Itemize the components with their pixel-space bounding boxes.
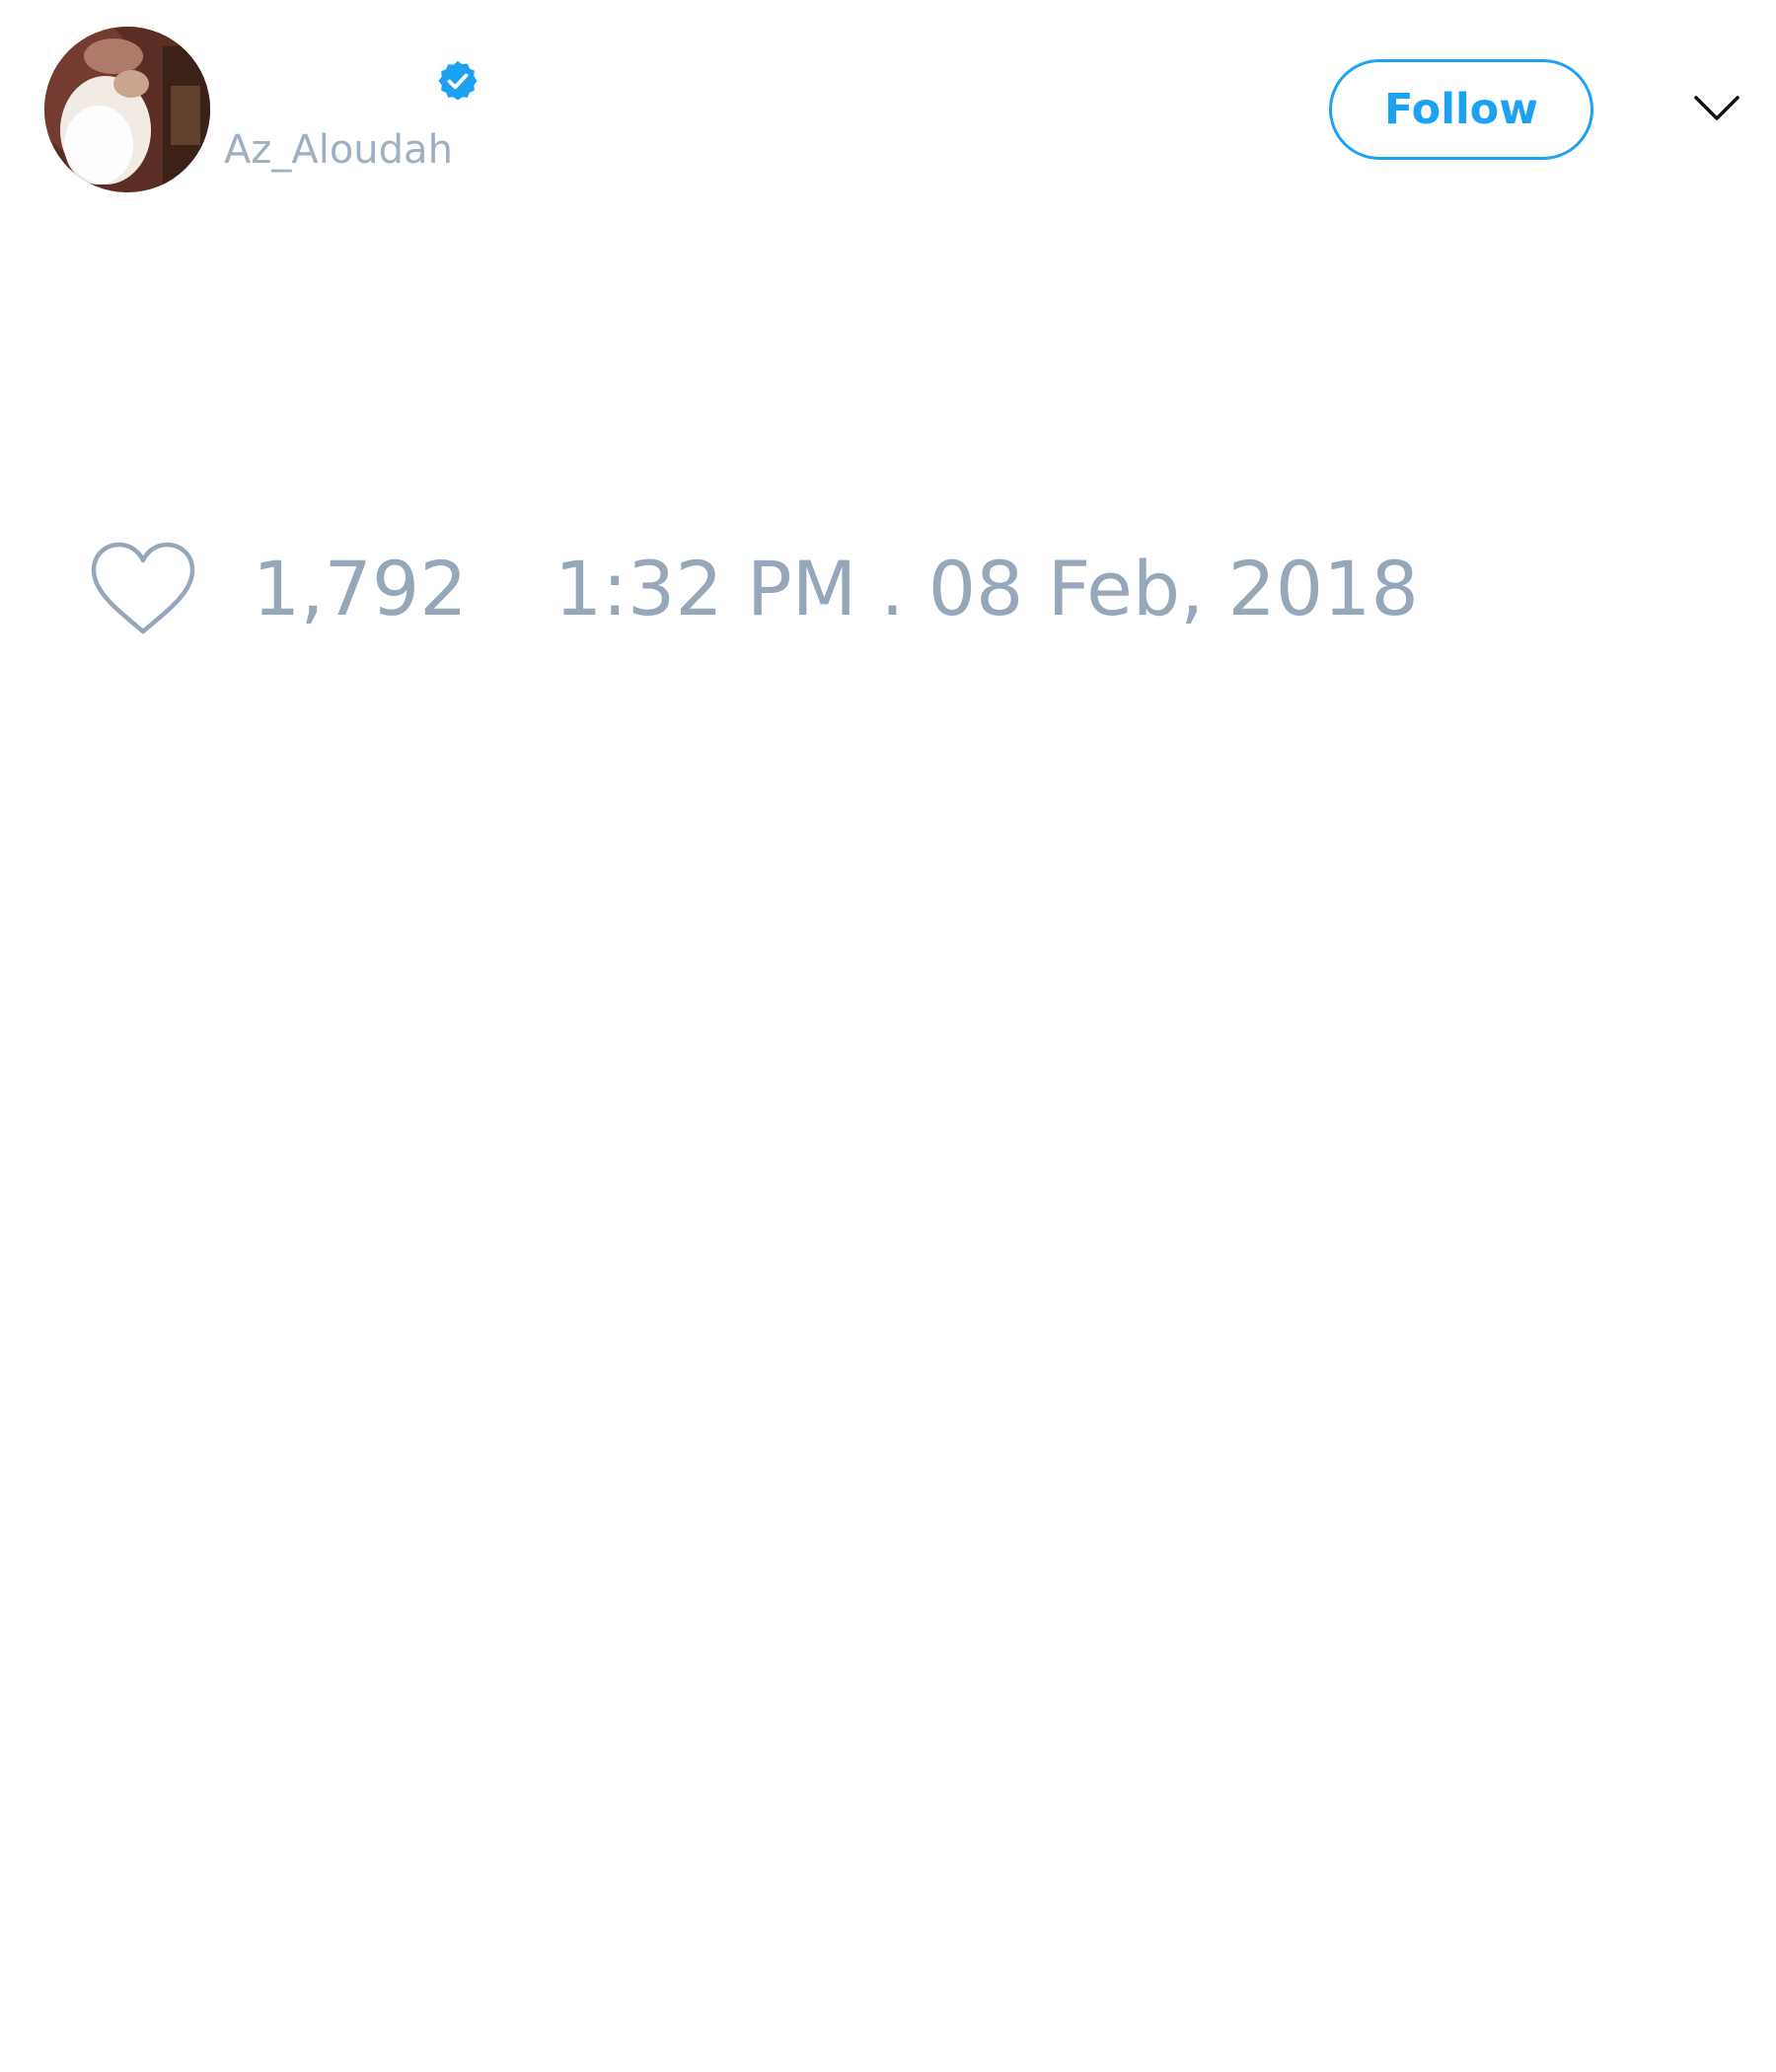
heart-icon[interactable] [90, 541, 196, 639]
tweet-timestamp[interactable]: 1:32 PM . 08 Feb, 2018 [555, 546, 1419, 632]
follow-button[interactable]: Follow [1329, 59, 1593, 160]
author-handle[interactable]: Az_Aloudah [224, 126, 453, 174]
like-count: 1,792 [253, 545, 468, 632]
avatar-photo [44, 27, 210, 192]
avatar[interactable] [44, 27, 210, 192]
verified-badge-icon [438, 60, 478, 101]
chevron-down-icon[interactable] [1693, 93, 1740, 124]
